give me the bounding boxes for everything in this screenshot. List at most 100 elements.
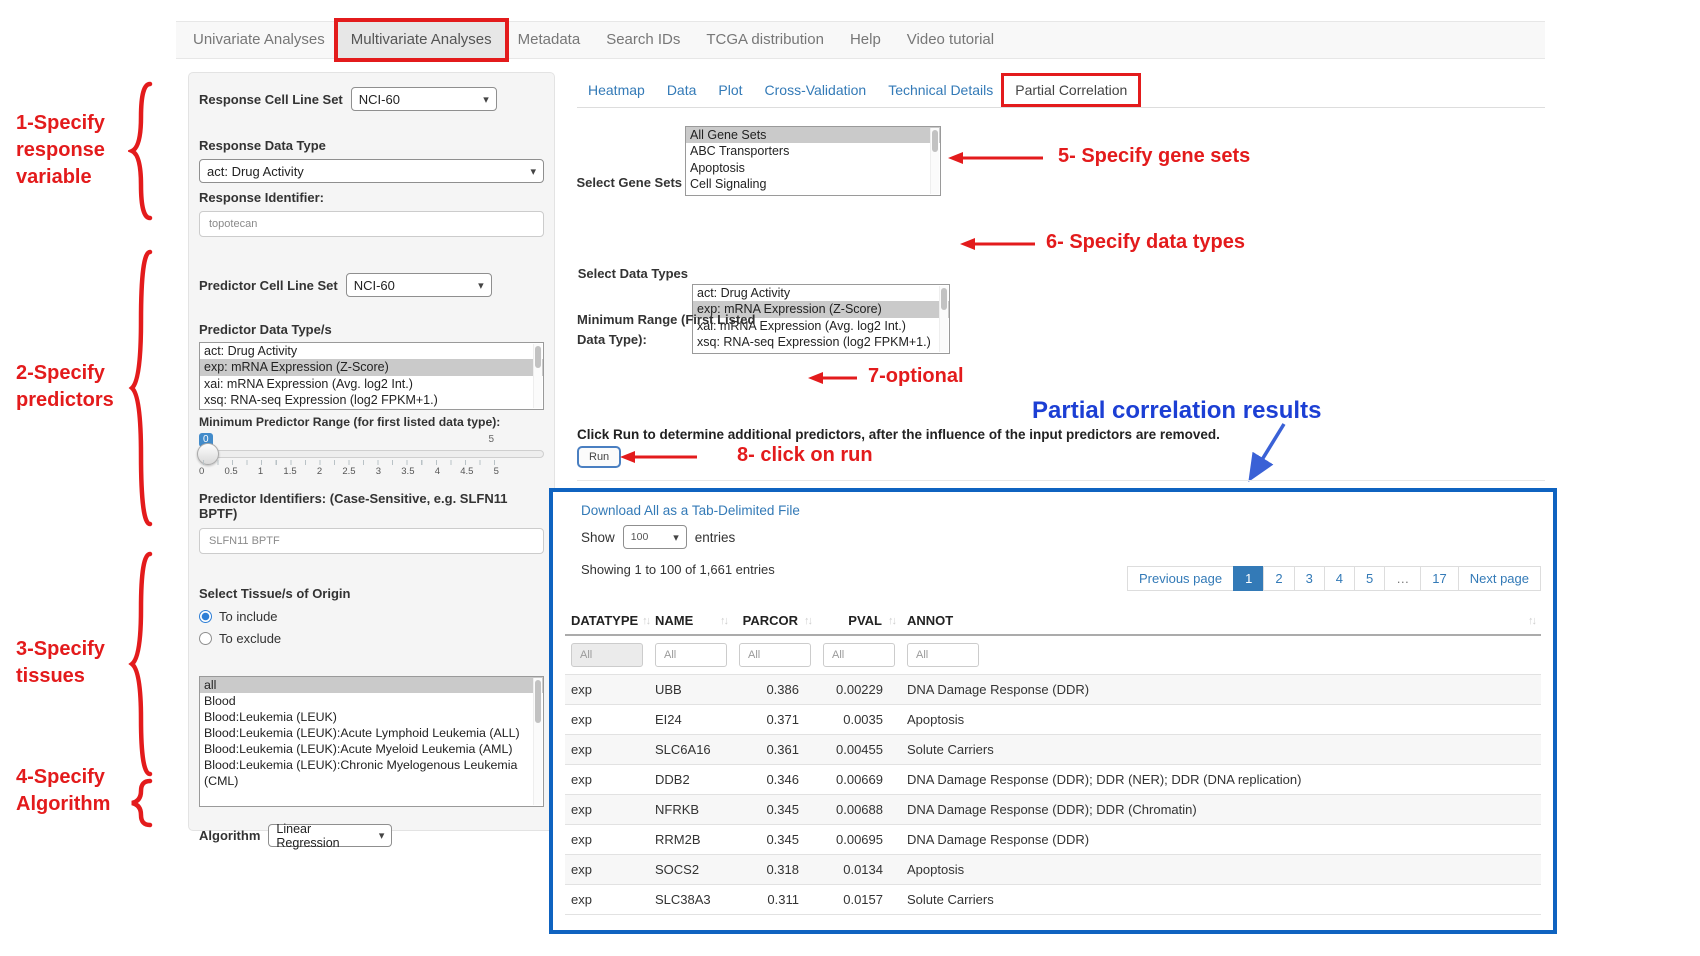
page-button-1[interactable]: 1 bbox=[1233, 566, 1264, 591]
annotation-step5: 5- Specify gene sets bbox=[1058, 145, 1250, 168]
cell-pval: 0.0035 bbox=[817, 705, 901, 735]
cell-datatype: exp bbox=[565, 705, 649, 735]
table-row[interactable]: expEI240.3710.0035Apoptosis bbox=[565, 705, 1541, 735]
data-type-option[interactable]: act: Drug Activity bbox=[693, 285, 949, 301]
tab-plot[interactable]: Plot bbox=[707, 76, 753, 104]
tick-label: 4.5 bbox=[460, 466, 473, 477]
gene-set-option[interactable]: Cell Signaling bbox=[686, 176, 940, 192]
page-button-3[interactable]: 3 bbox=[1294, 566, 1325, 591]
scrollbar-thumb[interactable] bbox=[535, 680, 541, 723]
tab-technical-details[interactable]: Technical Details bbox=[877, 76, 1004, 104]
radio-button-include[interactable] bbox=[199, 610, 212, 623]
gene-set-option[interactable]: ABC Transporters bbox=[686, 143, 940, 159]
analysis-tabs: HeatmapDataPlotCross-ValidationTechnical… bbox=[577, 76, 1138, 104]
page-button-17[interactable]: 17 bbox=[1420, 566, 1458, 591]
page-length-value: 100 bbox=[631, 531, 649, 543]
column-header-pval[interactable]: PVAL↑↓ bbox=[817, 607, 901, 635]
response-identifier-input[interactable] bbox=[199, 211, 544, 237]
scrollbar-thumb[interactable] bbox=[932, 130, 938, 152]
table-row[interactable]: expNFRKB0.3450.00688DNA Damage Response … bbox=[565, 795, 1541, 825]
cell-name: UBB bbox=[649, 675, 733, 705]
gene-set-option[interactable]: All Gene Sets bbox=[686, 127, 940, 143]
predictor-cell-line-value: NCI-60 bbox=[354, 278, 395, 293]
tissue-option[interactable]: Blood bbox=[200, 693, 543, 709]
algorithm-select[interactable]: Linear Regression ▾ bbox=[268, 824, 392, 847]
tab-heatmap[interactable]: Heatmap bbox=[577, 76, 656, 104]
tab-data[interactable]: Data bbox=[656, 76, 708, 104]
response-cell-line-select[interactable]: NCI-60 ▾ bbox=[351, 87, 497, 111]
tick-label: 3 bbox=[376, 466, 381, 477]
page-button-5[interactable]: 5 bbox=[1354, 566, 1385, 591]
tissue-option[interactable]: Blood:Leukemia (LEUK):Acute Lymphoid Leu… bbox=[200, 725, 543, 741]
predictor-data-type-option[interactable]: xsq: RNA-seq Expression (log2 FPKM+1.) bbox=[200, 392, 543, 408]
column-header-annot[interactable]: ANNOT↑↓ bbox=[901, 607, 1541, 635]
previous-page-button[interactable]: Previous page bbox=[1127, 566, 1234, 591]
tab-cross-validation[interactable]: Cross-Validation bbox=[754, 76, 878, 104]
gene-set-option[interactable]: Apoptosis bbox=[686, 160, 940, 176]
table-row[interactable]: expSLC6A160.3610.00455Solute Carriers bbox=[565, 735, 1541, 765]
predictor-data-type-option[interactable]: xai: mRNA Expression (Avg. log2 Int.) bbox=[200, 376, 543, 392]
algorithm-label: Algorithm bbox=[199, 828, 260, 843]
scrollbar-thumb[interactable] bbox=[535, 346, 541, 368]
sort-icon[interactable]: ↑↓ bbox=[800, 615, 811, 627]
nav-item-univariate-analyses[interactable]: Univariate Analyses bbox=[180, 22, 338, 58]
page-length-select[interactable]: 100 ▾ bbox=[623, 525, 687, 549]
response-data-type-select[interactable]: act: Drug Activity ▾ bbox=[199, 159, 544, 183]
tissue-include-option[interactable]: To include bbox=[199, 609, 544, 624]
nav-item-search-ids[interactable]: Search IDs bbox=[593, 22, 693, 58]
filter-input-parcor[interactable] bbox=[739, 643, 811, 667]
run-button[interactable]: Run bbox=[577, 446, 621, 468]
sort-icon[interactable]: ↑↓ bbox=[884, 615, 895, 627]
scrollbar-thumb[interactable] bbox=[941, 288, 947, 310]
cell-name: RRM2B bbox=[649, 825, 733, 855]
nav-item-tcga-distribution[interactable]: TCGA distribution bbox=[693, 22, 837, 58]
tissue-scrollbar[interactable] bbox=[533, 678, 542, 805]
sort-icon[interactable]: ↑↓ bbox=[716, 615, 727, 627]
algorithm-value: Linear Regression bbox=[276, 822, 370, 850]
tissue-option[interactable]: Blood:Leukemia (LEUK) bbox=[200, 709, 543, 725]
slider-track[interactable] bbox=[199, 450, 544, 458]
column-header-parcor[interactable]: PARCOR↑↓ bbox=[733, 607, 817, 635]
column-header-datatype[interactable]: DATATYPE↑↓ bbox=[565, 607, 649, 635]
predictor-cell-line-select[interactable]: NCI-60 ▾ bbox=[346, 273, 492, 297]
nav-item-multivariate-analyses[interactable]: Multivariate Analyses bbox=[338, 22, 505, 58]
tissue-option[interactable]: Blood:Leukemia (LEUK):Chronic Myelogenou… bbox=[200, 757, 543, 789]
page-button-4[interactable]: 4 bbox=[1324, 566, 1355, 591]
page-button-2[interactable]: 2 bbox=[1263, 566, 1294, 591]
tissue-option[interactable]: all bbox=[200, 677, 543, 693]
filter-input-annot[interactable] bbox=[907, 643, 979, 667]
predictor-data-type-scrollbar[interactable] bbox=[533, 344, 542, 408]
pagination: Previous page12345…17Next page bbox=[1128, 566, 1541, 591]
data-type-scrollbar[interactable] bbox=[939, 286, 948, 352]
gene-set-scrollbar[interactable] bbox=[930, 128, 939, 194]
radio-button-exclude[interactable] bbox=[199, 632, 212, 645]
table-row[interactable]: expRRM2B0.3450.00695DNA Damage Response … bbox=[565, 825, 1541, 855]
nav-item-metadata[interactable]: Metadata bbox=[505, 22, 594, 58]
cell-parcor: 0.361 bbox=[733, 735, 817, 765]
brace-annotation-2 bbox=[128, 248, 154, 528]
response-cell-line-value: NCI-60 bbox=[359, 92, 400, 107]
tissue-exclude-option[interactable]: To exclude bbox=[199, 631, 544, 646]
tab-partial-correlation[interactable]: Partial Correlation bbox=[1004, 76, 1138, 104]
annotation-step3: 3-Specify tissues bbox=[16, 636, 132, 690]
table-row[interactable]: expSOCS20.3180.0134Apoptosis bbox=[565, 855, 1541, 885]
table-row[interactable]: expSLC38A30.3110.0157Solute Carriers bbox=[565, 885, 1541, 915]
sort-icon[interactable]: ↑↓ bbox=[638, 615, 649, 627]
nav-item-video-tutorial[interactable]: Video tutorial bbox=[894, 22, 1007, 58]
response-data-type-value: act: Drug Activity bbox=[207, 164, 304, 179]
next-page-button[interactable]: Next page bbox=[1458, 566, 1541, 591]
filter-input-datatype[interactable] bbox=[571, 643, 643, 667]
table-row[interactable]: expDDB20.3460.00669DNA Damage Response (… bbox=[565, 765, 1541, 795]
predictor-data-type-option[interactable]: act: Drug Activity bbox=[200, 343, 543, 359]
download-link[interactable]: Download All as a Tab-Delimited File bbox=[581, 503, 800, 518]
predictor-data-type-option[interactable]: exp: mRNA Expression (Z-Score) bbox=[200, 359, 543, 375]
cell-name: SLC38A3 bbox=[649, 885, 733, 915]
filter-input-pval[interactable] bbox=[823, 643, 895, 667]
column-header-name[interactable]: NAME↑↓ bbox=[649, 607, 733, 635]
table-row[interactable]: expUBB0.3860.00229DNA Damage Response (D… bbox=[565, 675, 1541, 705]
tissue-option[interactable]: Blood:Leukemia (LEUK):Acute Myeloid Leuk… bbox=[200, 741, 543, 757]
filter-input-name[interactable] bbox=[655, 643, 727, 667]
sort-icon[interactable]: ↑↓ bbox=[1524, 615, 1535, 627]
predictor-identifiers-input[interactable] bbox=[199, 528, 544, 554]
nav-item-help[interactable]: Help bbox=[837, 22, 894, 58]
